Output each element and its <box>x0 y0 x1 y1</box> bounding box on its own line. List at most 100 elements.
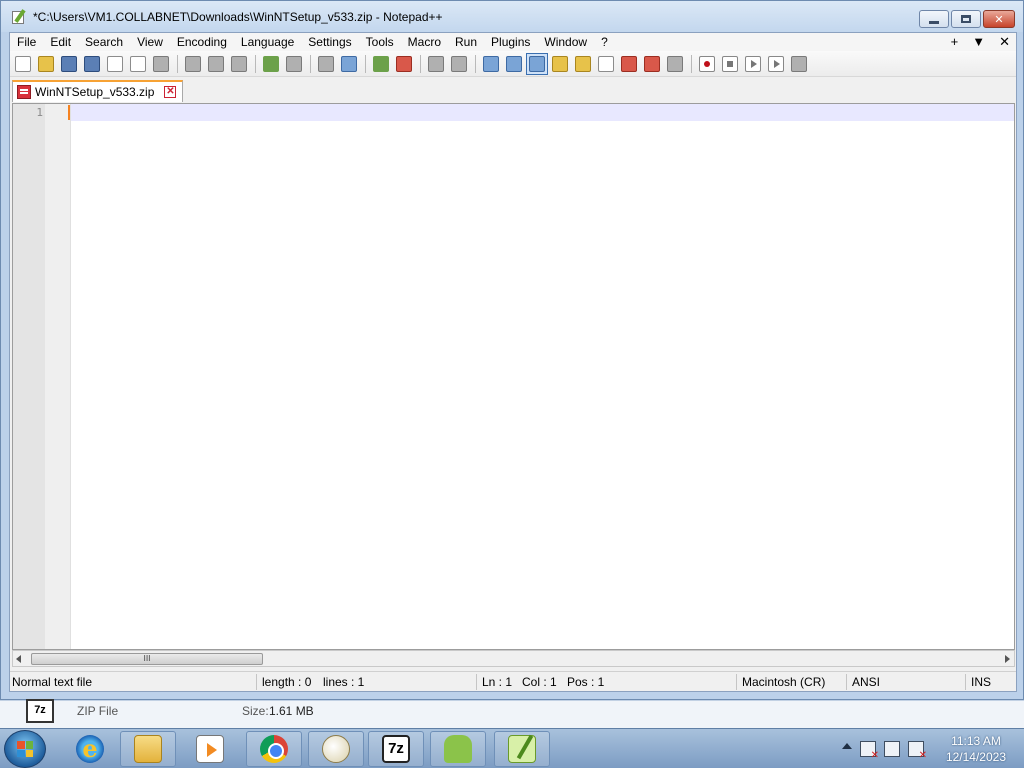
taskbar-windows-explorer[interactable] <box>120 731 176 767</box>
taskbar-media-player[interactable] <box>182 731 238 767</box>
toolbar <box>10 51 1016 77</box>
taskbar-google-chrome[interactable] <box>246 731 302 767</box>
record-macro-icon <box>699 55 715 72</box>
new-file-icon <box>15 55 31 72</box>
open-file-button[interactable] <box>35 53 57 75</box>
maximize-button[interactable] <box>951 10 981 28</box>
sync-vertical-button[interactable] <box>425 53 447 75</box>
save-button[interactable] <box>58 53 80 75</box>
internet-explorer-icon: e <box>76 735 104 763</box>
taskbar: e 7z 11:13 AM 12/14/2023 <box>0 728 1024 768</box>
menu-window[interactable]: Window <box>537 33 594 51</box>
save-all-button[interactable] <box>81 53 103 75</box>
paste-button[interactable] <box>228 53 250 75</box>
menu-plugins[interactable]: Plugins <box>484 33 537 51</box>
taskbar-paint[interactable] <box>308 731 364 767</box>
run-macro-multiple-button[interactable] <box>765 53 787 75</box>
user-language-button[interactable] <box>549 53 571 75</box>
fold-margin[interactable] <box>45 104 71 649</box>
play-macro-button[interactable] <box>742 53 764 75</box>
taskbar-internet-explorer[interactable]: e <box>62 731 118 767</box>
notepadpp-window: *C:\Users\VM1.COLLABNET\Downloads\WinNTS… <box>0 0 1024 700</box>
status-divider <box>736 674 737 690</box>
network-icon[interactable] <box>884 741 900 757</box>
zoom-out-button[interactable] <box>393 53 415 75</box>
toolbar-separator <box>255 54 256 73</box>
tab-close-icon[interactable]: ✕ <box>164 86 177 98</box>
notepadpp-app-icon[interactable] <box>11 8 27 25</box>
details-size-label: Size: <box>242 704 269 718</box>
replace-button[interactable] <box>338 53 360 75</box>
replace-icon <box>341 55 357 72</box>
monitoring-button[interactable] <box>664 53 686 75</box>
new-tab-icon[interactable]: + <box>951 33 959 51</box>
record-macro-button[interactable] <box>696 53 718 75</box>
details-file-type: ZIP File <box>77 704 119 718</box>
status-length: length : 0 <box>262 675 312 689</box>
function-list-button[interactable] <box>595 53 617 75</box>
close-doc-icon[interactable]: ✕ <box>999 33 1010 51</box>
scroll-thumb[interactable]: III <box>31 653 263 665</box>
volume-muted-icon[interactable] <box>908 741 927 761</box>
menu-view[interactable]: View <box>130 33 170 51</box>
word-wrap-button[interactable] <box>480 53 502 75</box>
zip-file-icon: 7z <box>26 699 54 723</box>
new-file-button[interactable] <box>12 53 34 75</box>
editor-area[interactable]: 1 <box>12 103 1015 650</box>
status-eol-format[interactable]: Macintosh (CR) <box>742 675 825 689</box>
taskbar-notepadpp[interactable] <box>494 731 550 767</box>
tab-winntsetup-zip[interactable]: WinNTSetup_v533.zip ✕ <box>12 80 184 102</box>
menu-tools[interactable]: Tools <box>359 33 401 51</box>
menu-language[interactable]: Language <box>234 33 301 51</box>
undo-button[interactable] <box>260 53 282 75</box>
sync-vertical-icon <box>428 55 444 72</box>
print-icon <box>153 55 169 72</box>
stop-recording-button[interactable] <box>719 53 741 75</box>
tab-list-icon[interactable]: ▼ <box>972 33 985 51</box>
start-button[interactable] <box>4 730 46 768</box>
menu-help[interactable]: ? <box>594 33 615 51</box>
clipboard-history-button[interactable] <box>641 53 663 75</box>
play-macro-icon <box>745 55 761 72</box>
menu-search[interactable]: Search <box>78 33 130 51</box>
status-insert-mode[interactable]: INS <box>971 675 991 689</box>
copy-button[interactable] <box>205 53 227 75</box>
show-all-chars-button[interactable] <box>503 53 525 75</box>
status-divider <box>846 674 847 690</box>
action-center-icon[interactable] <box>860 741 879 761</box>
scroll-right-icon[interactable] <box>1005 655 1010 663</box>
taskbar-7zip[interactable]: 7z <box>368 731 424 767</box>
print-button[interactable] <box>150 53 172 75</box>
find-button[interactable] <box>315 53 337 75</box>
menu-settings[interactable]: Settings <box>301 33 358 51</box>
menu-run[interactable]: Run <box>448 33 484 51</box>
save-all-icon <box>84 55 100 72</box>
close-window-button[interactable]: ✕ <box>983 10 1015 28</box>
toolbar-separator <box>475 54 476 73</box>
system-clock[interactable]: 11:13 AM 12/14/2023 <box>946 733 1006 765</box>
menu-macro[interactable]: Macro <box>401 33 448 51</box>
zoom-in-button[interactable] <box>370 53 392 75</box>
folder-workspace-button[interactable] <box>618 53 640 75</box>
scroll-left-icon[interactable] <box>16 655 21 663</box>
client-area: File Edit Search View Encoding Language … <box>9 32 1017 692</box>
redo-button[interactable] <box>283 53 305 75</box>
indent-guide-button[interactable] <box>526 52 548 75</box>
monitoring-eye-icon <box>667 55 683 72</box>
show-hidden-icons-icon[interactable] <box>842 743 852 749</box>
status-encoding[interactable]: ANSI <box>852 675 880 689</box>
save-macro-button[interactable] <box>788 53 810 75</box>
cut-button[interactable] <box>182 53 204 75</box>
menu-edit[interactable]: Edit <box>43 33 78 51</box>
status-file-type: Normal text file <box>12 675 93 689</box>
close-all-button[interactable] <box>127 53 149 75</box>
minimize-button[interactable] <box>919 10 949 28</box>
doc-map-button[interactable] <box>572 53 594 75</box>
title-bar[interactable]: *C:\Users\VM1.COLLABNET\Downloads\WinNTS… <box>1 1 1023 32</box>
menu-encoding[interactable]: Encoding <box>170 33 234 51</box>
menu-file[interactable]: File <box>10 33 43 51</box>
taskbar-android[interactable] <box>430 731 486 767</box>
close-file-button[interactable] <box>104 53 126 75</box>
horizontal-scrollbar[interactable]: III <box>12 650 1015 667</box>
sync-horizontal-button[interactable] <box>448 53 470 75</box>
